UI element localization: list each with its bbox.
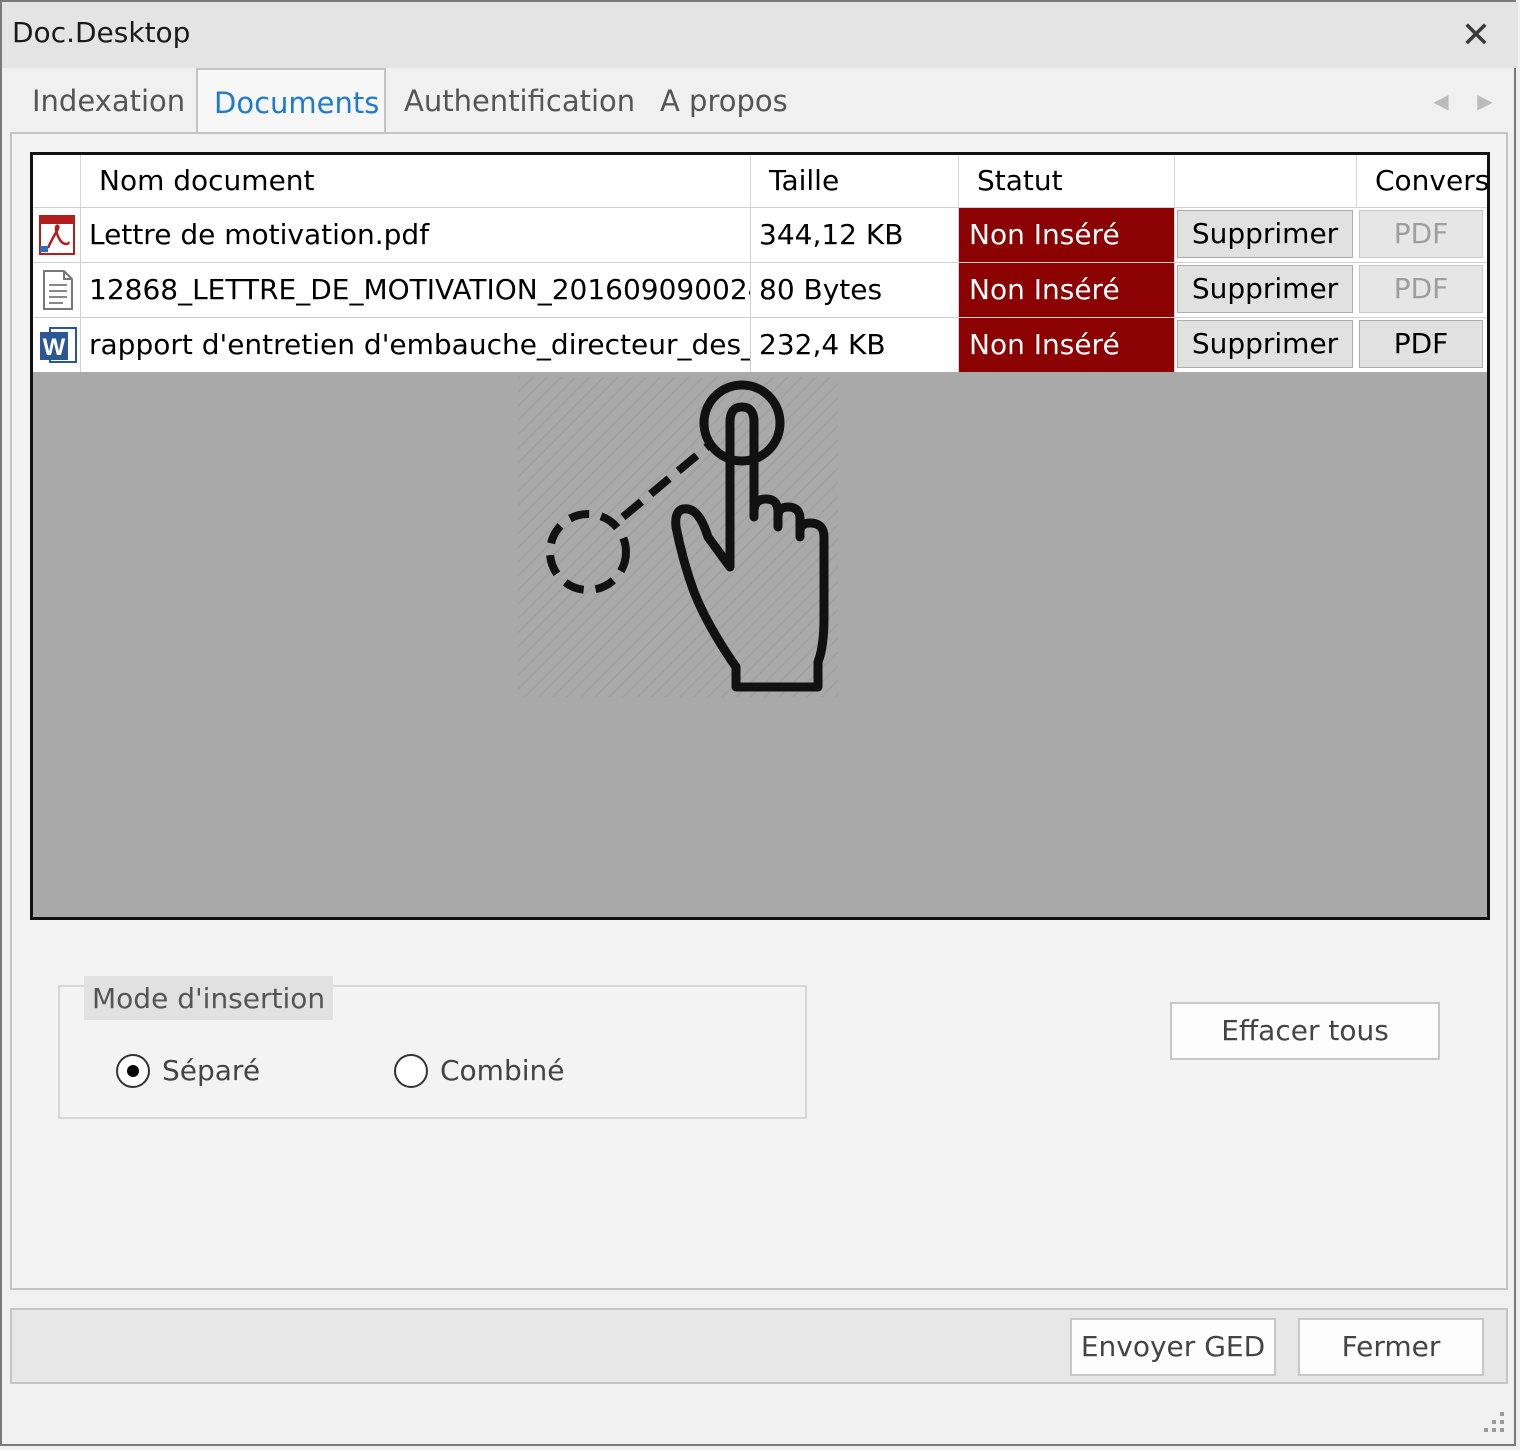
document-name: Lettre de motivation.pdf bbox=[81, 208, 751, 262]
header-icon-column bbox=[33, 155, 81, 207]
convert-pdf-button[interactable]: PDF bbox=[1359, 320, 1483, 368]
text-file-icon bbox=[43, 270, 73, 310]
window-title: Doc.Desktop bbox=[12, 16, 191, 49]
tab-strip: Indexation Documents Authentification A … bbox=[10, 68, 1508, 136]
svg-text:W: W bbox=[43, 334, 66, 361]
document-size: 232,4 KB bbox=[751, 318, 959, 372]
resize-grip-icon[interactable] bbox=[1478, 1408, 1508, 1438]
delete-button[interactable]: Supprimer bbox=[1177, 265, 1353, 313]
tab-scroll-left-icon[interactable]: ◀ bbox=[1426, 86, 1456, 116]
table-row[interactable]: 12868_LETTRE_DE_MOTIVATION_2016090900244… bbox=[33, 262, 1487, 317]
touch-drag-icon bbox=[518, 377, 838, 697]
tab-documents[interactable]: Documents bbox=[196, 68, 386, 136]
header-actions bbox=[1175, 155, 1357, 207]
radio-combine[interactable] bbox=[394, 1054, 428, 1088]
insertion-mode-legend: Mode d'insertion bbox=[84, 976, 334, 1020]
file-type-cell: W bbox=[33, 318, 81, 372]
word-icon: W bbox=[40, 327, 77, 363]
radio-separe[interactable] bbox=[116, 1054, 150, 1088]
file-type-cell bbox=[33, 263, 81, 317]
header-taille[interactable]: Taille bbox=[751, 155, 959, 207]
status-badge: Non Inséré bbox=[959, 263, 1175, 317]
title-bar[interactable]: Doc.Desktop ✕ bbox=[2, 2, 1518, 68]
tab-indexation[interactable]: Indexation bbox=[10, 68, 194, 134]
tab-authentification[interactable]: Authentification bbox=[404, 68, 642, 134]
clear-all-button[interactable]: Effacer tous bbox=[1170, 1002, 1440, 1060]
pdf-icon bbox=[39, 215, 75, 255]
footer-bar bbox=[10, 1308, 1508, 1384]
convert-pdf-button[interactable]: PDF bbox=[1359, 265, 1483, 313]
close-icon[interactable]: ✕ bbox=[1454, 16, 1498, 56]
radio-selected-dot bbox=[127, 1065, 139, 1077]
close-button[interactable]: Fermer bbox=[1298, 1318, 1484, 1376]
status-badge: Non Inséré bbox=[959, 318, 1175, 372]
convert-pdf-button[interactable]: PDF bbox=[1359, 210, 1483, 258]
document-size: 80 Bytes bbox=[751, 263, 959, 317]
table-row[interactable]: W rapport d'entretien d'embauche_directe… bbox=[33, 317, 1487, 372]
status-badge: Non Inséré bbox=[959, 208, 1175, 262]
table-row[interactable]: Lettre de motivation.pdf 344,12 KB Non I… bbox=[33, 207, 1487, 262]
file-type-cell bbox=[33, 208, 81, 262]
document-name: 12868_LETTRE_DE_MOTIVATION_2016090900244… bbox=[81, 263, 751, 317]
documents-grid[interactable]: Nom document Taille Statut Convers Lettr… bbox=[30, 152, 1490, 920]
radio-combine-label[interactable]: Combiné bbox=[440, 1054, 564, 1087]
header-nom-document[interactable]: Nom document bbox=[81, 155, 751, 207]
grid-header: Nom document Taille Statut Convers bbox=[33, 155, 1487, 207]
delete-button[interactable]: Supprimer bbox=[1177, 210, 1353, 258]
send-ged-button[interactable]: Envoyer GED bbox=[1070, 1318, 1276, 1376]
tab-scroll-right-icon[interactable]: ▶ bbox=[1470, 86, 1500, 116]
delete-button[interactable]: Supprimer bbox=[1177, 320, 1353, 368]
tab-a-propos[interactable]: A propos bbox=[660, 68, 840, 134]
header-statut[interactable]: Statut bbox=[959, 155, 1175, 207]
document-name: rapport d'entretien d'embauche_directeur… bbox=[81, 318, 751, 372]
document-size: 344,12 KB bbox=[751, 208, 959, 262]
radio-separe-label[interactable]: Séparé bbox=[162, 1054, 260, 1087]
header-conversion[interactable]: Convers bbox=[1357, 155, 1487, 207]
